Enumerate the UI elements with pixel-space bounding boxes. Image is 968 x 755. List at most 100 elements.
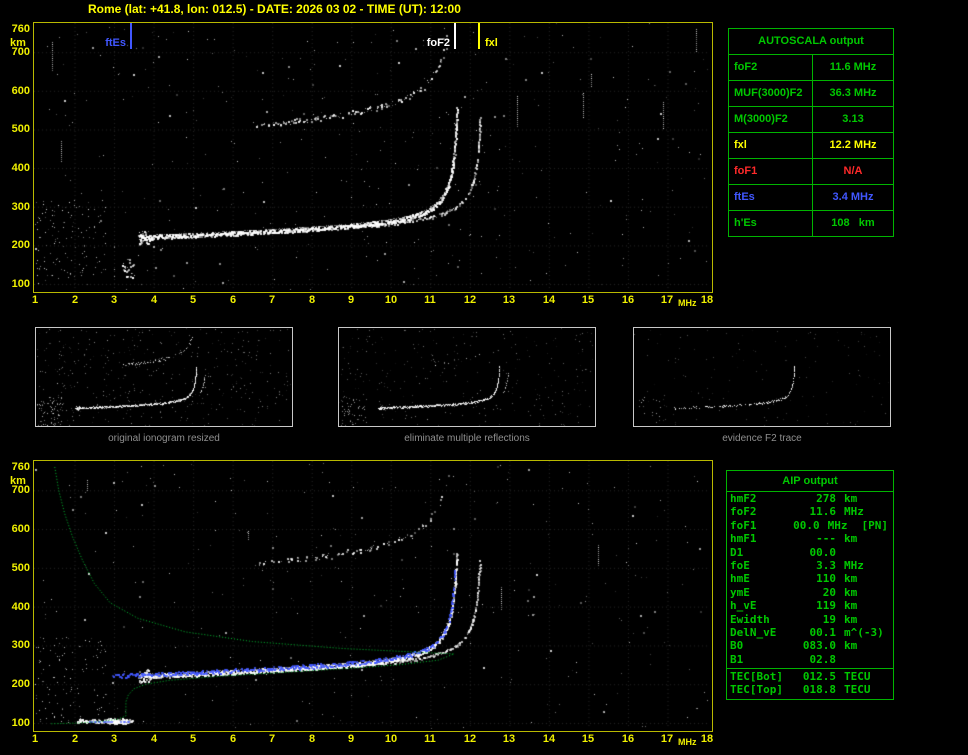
x-axis-tick: 17: [660, 733, 674, 745]
aip-param-name: B0: [730, 639, 744, 653]
autoscala-param-value: 12.2 MHz: [829, 139, 877, 151]
ionogram-plot-top: [33, 22, 713, 293]
aip-table-row: foE 3.3 MHz: [727, 559, 893, 572]
aip-param-value: 00.1: [809, 625, 837, 639]
autoscala-output-rows: foF2 11.6 MHz MUF(3000)F2 36.3 MHz M(3000)F2…: [729, 55, 893, 236]
aip-table-row: B0 083.0 km: [727, 639, 893, 652]
aip-param-extra: [884, 653, 890, 666]
x-axis-tick: 7: [268, 294, 276, 306]
autoscala-table-row: h'Es 108 km: [729, 211, 893, 236]
x-axis-tick: 7: [268, 733, 276, 745]
aip-param-unit: m^(-3): [844, 625, 884, 639]
x-axis-tick: 6: [229, 294, 237, 306]
x-axis-tick: 6: [229, 733, 237, 745]
window-title: Rome (lat: +41.8, lon: 012.5) - DATE: 20…: [88, 2, 461, 16]
y-axis-tick: 600: [11, 85, 30, 97]
aip-param-name: foF1: [730, 518, 757, 532]
fof2-marker-line: [454, 23, 456, 49]
aip-table-row: hmF2 278 km: [727, 492, 893, 505]
x-axis-unit-label: MHz: [678, 298, 697, 308]
aip-param-name: foE: [730, 558, 750, 572]
aip-param-value: 083.0: [802, 639, 836, 653]
aip-param-extra: [884, 599, 890, 612]
aip-param-value: 00.0: [809, 545, 837, 559]
autoscala-param-value: 3.13: [842, 113, 864, 125]
aip-param-extra: [884, 670, 890, 683]
thumbnail-no-multiples: [338, 327, 596, 427]
y-axis-tick: 500: [11, 123, 30, 135]
aip-table-row: h_vE 119 km: [727, 599, 893, 612]
x-axis-tick: 13: [502, 733, 516, 745]
x-axis-tick: 4: [150, 733, 158, 745]
autoscala-param-name: M(3000)F2: [729, 107, 813, 132]
fxl-marker-line: [478, 23, 480, 49]
aip-table-row: TEC[Top] 018.8 TECU: [727, 683, 893, 696]
aip-table-row: foF2 11.6 MHz: [727, 505, 893, 518]
aip-param-name: hmE: [730, 572, 750, 586]
aip-param-unit: km: [844, 639, 858, 653]
x-axis-tick: 2: [71, 733, 79, 745]
y-axis-tick: 100: [11, 278, 30, 290]
x-axis-tick: 11: [424, 294, 436, 306]
x-axis-unit-label: MHz: [678, 737, 697, 747]
aip-param-name: B1: [730, 652, 744, 666]
y-axis-tick: 200: [11, 678, 30, 690]
y-axis-tick: 300: [11, 201, 30, 213]
x-axis-tick: 3: [110, 294, 118, 306]
ftes-marker-label: ftEs: [105, 37, 126, 49]
aip-param-value: 278: [816, 492, 836, 505]
aip-param-name: DelN_vE: [730, 625, 777, 639]
y-axis-tick: 300: [11, 639, 30, 651]
aip-param-unit: [836, 653, 884, 666]
x-axis-tick: 3: [110, 733, 118, 745]
x-axis-tick: 9: [347, 294, 355, 306]
autoscala-param-name: ftEs: [729, 185, 813, 210]
autoscala-window: Rome (lat: +41.8, lon: 012.5) - DATE: 20…: [0, 0, 968, 755]
autoscala-param-name: fxl: [729, 133, 813, 158]
thumbnail-f2-trace-caption: evidence F2 trace: [722, 433, 802, 444]
x-axis-tick: 12: [463, 733, 477, 745]
x-axis-tick: 11: [424, 733, 436, 745]
fof2-marker-label: foF2: [426, 37, 450, 49]
aip-param-extra: [884, 505, 890, 518]
aip-param-extra: [PN]: [861, 518, 889, 532]
aip-table-row: DelN_vE 00.1 m^(-3): [727, 626, 893, 639]
autoscala-output-title: AUTOSCALA output: [729, 29, 893, 55]
aip-param-name: hmF2: [730, 492, 757, 505]
thumbnail-original-caption: original ionogram resized: [108, 433, 220, 444]
aip-param-name: ymE: [730, 585, 750, 599]
autoscala-table-row: MUF(3000)F2 36.3 MHz: [729, 81, 893, 107]
autoscala-param-value: 11.6 MHz: [829, 61, 877, 73]
aip-table-row: B1 02.8: [727, 653, 893, 666]
aip-param-unit: MHz: [844, 505, 864, 519]
ionogram-plot-bottom: [33, 460, 713, 732]
aip-param-extra: [884, 532, 890, 545]
y-axis-unit-label: km: [10, 37, 26, 49]
aip-param-value: 00.0: [793, 518, 820, 532]
thumbnail-f2-trace-canvas: [634, 328, 890, 426]
aip-table-row: foF1 00.0 MHz [PN]: [727, 519, 893, 532]
x-axis-tick: 2: [71, 294, 79, 306]
x-axis-tick: 14: [542, 733, 556, 745]
x-axis-tick: 9: [347, 733, 355, 745]
thumbnail-original-ionogram-canvas: [36, 328, 292, 426]
y-axis-tick: 600: [11, 523, 30, 535]
fxl-marker-label: fxl: [485, 37, 498, 49]
x-axis-tick: 8: [308, 733, 316, 745]
autoscala-param-name: foF2: [729, 55, 813, 80]
autoscala-output-table: AUTOSCALA output foF2 11.6 MHz MUF(3000)F2…: [728, 28, 894, 237]
aip-param-name: D1: [730, 545, 744, 559]
x-axis-tick: 15: [581, 294, 595, 306]
autoscala-table-row: ftEs 3.4 MHz: [729, 185, 893, 211]
aip-param-unit: km: [844, 572, 858, 586]
autoscala-table-row: fxl 12.2 MHz: [729, 133, 893, 159]
x-axis-tick: 14: [542, 294, 556, 306]
aip-param-name: Ewidth: [730, 612, 770, 626]
aip-table-row: TEC[Bot] 012.5 TECU: [727, 670, 893, 683]
ftes-marker-line: [130, 23, 132, 49]
x-axis-tick: 18: [700, 733, 714, 745]
aip-output-table: AIP output hmF2 278 km foF2 11.6 MHz foF1 00.0 M…: [726, 470, 894, 700]
x-axis-tick: 16: [621, 733, 635, 745]
aip-param-unit: TECU: [844, 670, 871, 684]
x-axis-tick: 5: [189, 733, 197, 745]
